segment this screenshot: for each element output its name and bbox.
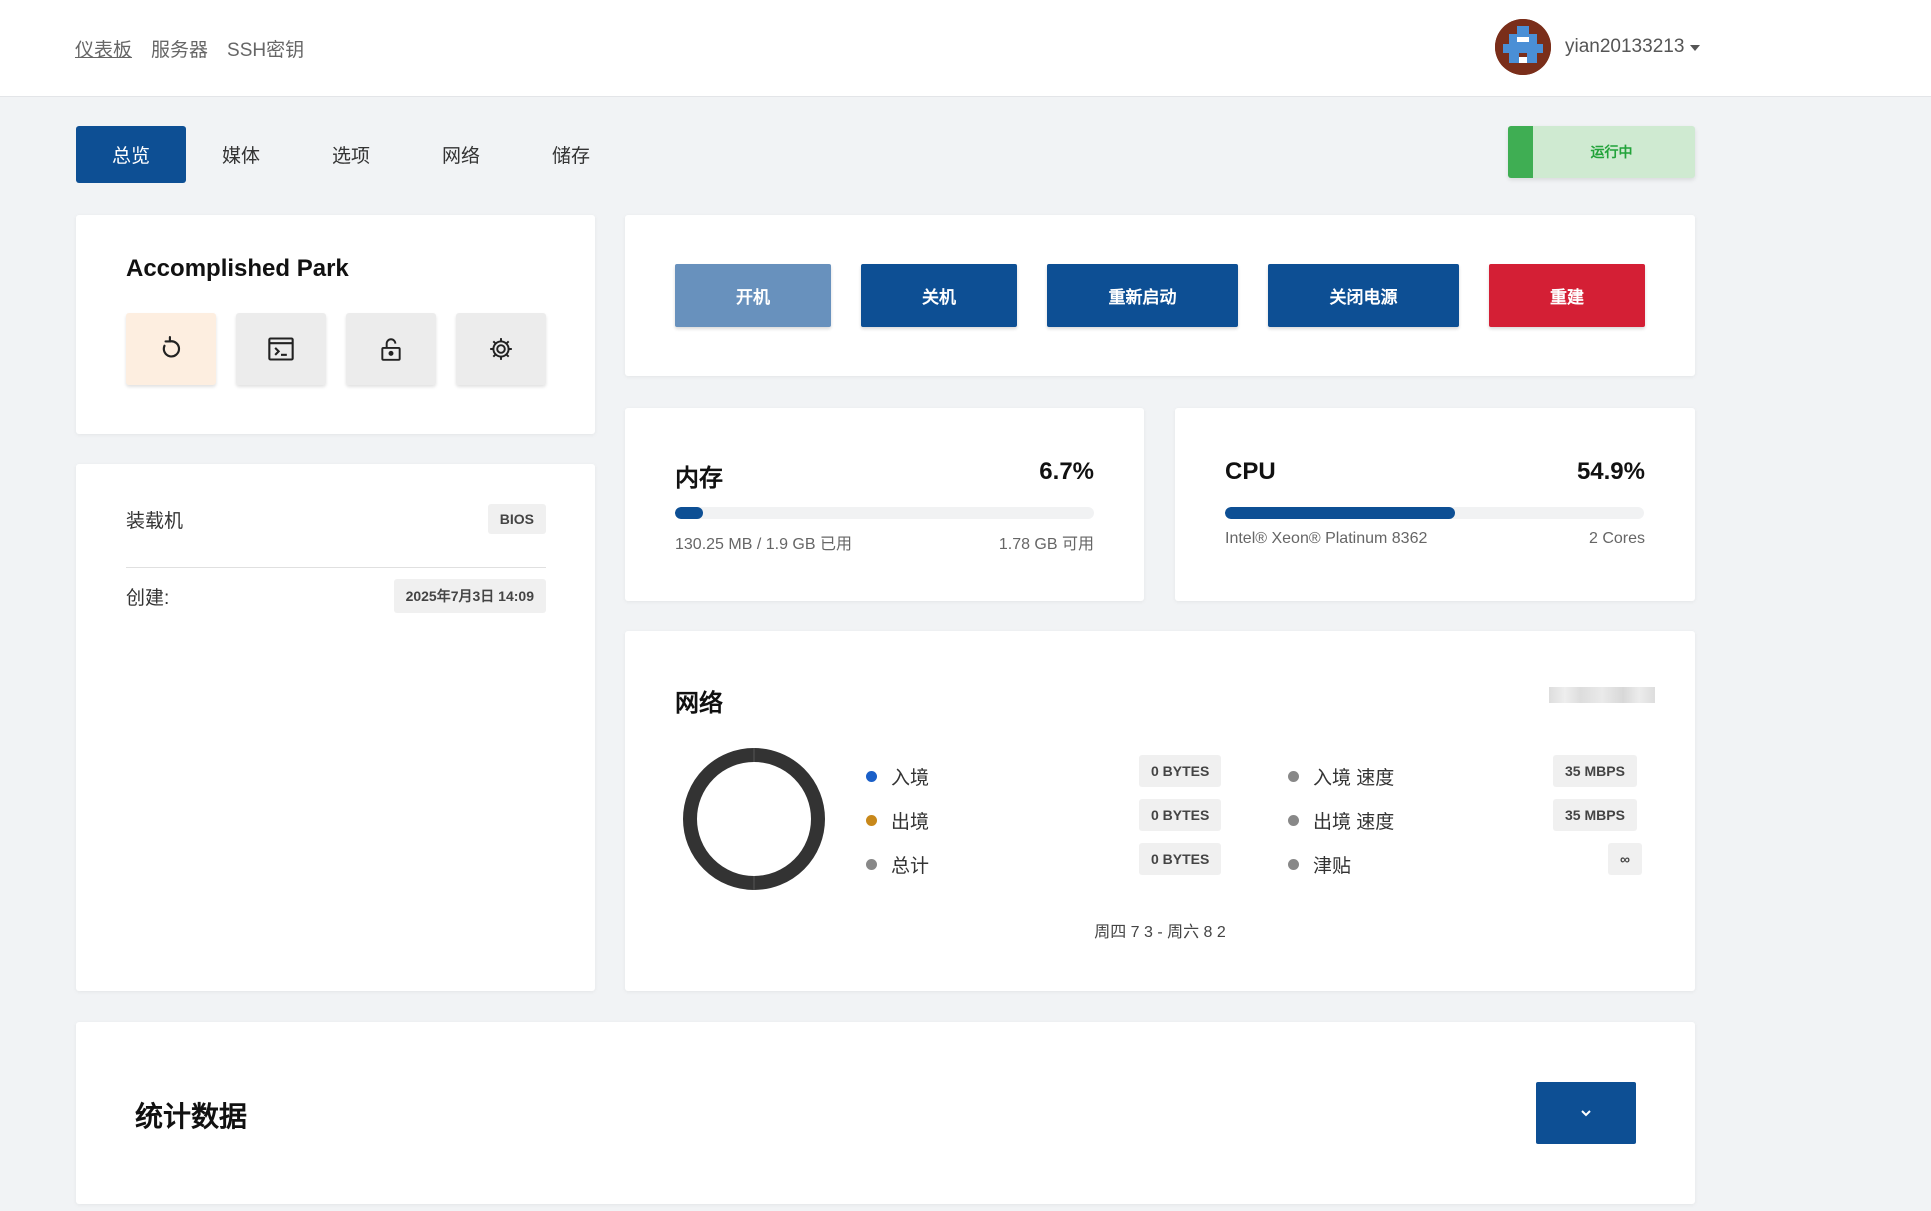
caret-down-icon <box>1690 45 1701 51</box>
tab-options[interactable]: 选项 <box>296 126 406 183</box>
legend-outbound: 出境 <box>866 807 929 834</box>
top-navbar: 仪表板 服务器 SSH密钥 yian20133213 <box>0 0 1931 97</box>
server-name: Accomplished Park <box>126 255 349 282</box>
unlock-button[interactable] <box>346 313 436 385</box>
network-card: 网络 入境 0 BYTES 出境 0 BYTES 总计 0 BYTES 入境 速… <box>625 631 1695 991</box>
dot-outbound-speed <box>1288 815 1299 826</box>
dot-allowance <box>1288 859 1299 870</box>
allowance-value: ∞ <box>1608 843 1642 875</box>
legend-outbound-speed-label: 出境 速度 <box>1313 812 1395 833</box>
server-tabs: 总览 媒体 选项 网络 储存 <box>76 126 626 183</box>
network-chart-toggle[interactable] <box>1549 687 1655 703</box>
start-button[interactable]: 开机 <box>675 264 831 327</box>
dot-outbound <box>866 815 877 826</box>
gear-icon <box>490 338 512 360</box>
created-label: 创建: <box>126 587 170 609</box>
cpu-progress-track <box>1225 507 1644 519</box>
cpu-progress-fill <box>1225 507 1456 519</box>
legend-allowance: 津贴 <box>1288 851 1351 878</box>
memory-progress-track <box>675 507 1094 519</box>
reinstall-button[interactable] <box>126 313 216 385</box>
statistics-title: 统计数据 <box>135 1101 248 1132</box>
legend-allowance-label: 津贴 <box>1313 856 1352 877</box>
inbound-speed-value: 35 MBPS <box>1553 755 1637 787</box>
chevron-down-icon <box>1581 1110 1591 1117</box>
server-info-card: 装载机 BIOS 创建: 2025年7月3日 14:09 <box>76 464 595 991</box>
avatar <box>1495 19 1551 75</box>
loader-label: 装载机 <box>126 510 184 532</box>
nav-link-ssh-keys[interactable]: SSH密钥 <box>227 35 304 62</box>
nav-link-servers[interactable]: 服务器 <box>151 35 208 62</box>
total-value: 0 BYTES <box>1139 843 1222 875</box>
legend-inbound: 入境 <box>866 763 929 790</box>
loader-row: 装载机 BIOS <box>126 504 546 534</box>
created-value: 2025年7月3日 14:09 <box>393 579 546 613</box>
legend-outbound-label: 出境 <box>891 812 930 833</box>
inbound-value: 0 BYTES <box>1139 755 1222 787</box>
memory-progress-fill <box>675 507 704 519</box>
expand-statistics-button[interactable] <box>1536 1082 1636 1144</box>
reinstall-icon <box>162 336 181 358</box>
cpu-cores: 2 Cores <box>1588 530 1645 547</box>
dot-inbound <box>866 771 877 782</box>
tab-network[interactable]: 网络 <box>406 126 516 183</box>
dot-total <box>866 859 877 870</box>
divider <box>126 567 546 568</box>
legend-total: 总计 <box>866 851 929 878</box>
power-off-button[interactable]: 关闭电源 <box>1268 264 1459 327</box>
legend-inbound-label: 入境 <box>891 768 930 789</box>
username: yian20133213 <box>1565 36 1685 57</box>
rebuild-button[interactable]: 重建 <box>1489 264 1645 327</box>
legend-total-label: 总计 <box>891 856 930 877</box>
restart-button[interactable]: 重新启动 <box>1047 264 1238 327</box>
loader-value: BIOS <box>487 504 546 534</box>
nav-links: 仪表板 服务器 SSH密钥 <box>75 35 304 62</box>
cpu-title: CPU <box>1225 458 1276 485</box>
legend-inbound-speed-label: 入境 速度 <box>1313 768 1395 789</box>
tab-media[interactable]: 媒体 <box>186 126 296 183</box>
network-donut-chart <box>683 748 825 890</box>
status-indicator <box>1508 126 1533 178</box>
legend-outbound-speed: 出境 速度 <box>1288 807 1394 834</box>
unlock-icon <box>381 338 401 361</box>
outbound-value: 0 BYTES <box>1139 799 1222 831</box>
status-badge: 运行中 <box>1508 126 1695 178</box>
memory-used: 130.25 MB / 1.9 GB 已用 <box>675 536 852 553</box>
terminal-icon <box>268 337 294 361</box>
tab-storage[interactable]: 储存 <box>516 126 626 183</box>
cpu-percent: 54.9% <box>1576 458 1645 485</box>
dot-inbound-speed <box>1288 771 1299 782</box>
settings-button[interactable] <box>456 313 546 385</box>
cpu-card: CPU 54.9% Intel® Xeon® Platinum 8362 2 C… <box>1175 408 1695 601</box>
network-title: 网络 <box>675 690 723 717</box>
tab-overview[interactable]: 总览 <box>76 126 186 183</box>
memory-title: 内存 <box>675 465 723 492</box>
memory-card: 内存 6.7% 130.25 MB / 1.9 GB 已用 1.78 GB 可用 <box>625 408 1144 601</box>
cpu-model: Intel® Xeon® Platinum 8362 <box>1225 530 1428 547</box>
memory-percent: 6.7% <box>1039 458 1094 485</box>
shutdown-button[interactable]: 关机 <box>861 264 1017 327</box>
server-card: Accomplished Park <box>76 215 595 434</box>
created-row: 创建: 2025年7月3日 14:09 <box>126 579 546 613</box>
power-controls-card: 开机 关机 重新启动 关闭电源 重建 <box>625 215 1695 376</box>
network-date-range: 周四 7 3 - 周六 8 2 <box>1094 924 1226 941</box>
user-menu[interactable]: yian20133213 <box>1495 19 1701 75</box>
memory-available: 1.78 GB 可用 <box>998 536 1094 553</box>
console-button[interactable] <box>236 313 326 385</box>
statistics-card: 统计数据 <box>76 1022 1695 1204</box>
legend-inbound-speed: 入境 速度 <box>1288 763 1394 790</box>
nav-link-dashboard[interactable]: 仪表板 <box>75 35 132 62</box>
status-text: 运行中 <box>1590 144 1633 160</box>
outbound-speed-value: 35 MBPS <box>1553 799 1637 831</box>
